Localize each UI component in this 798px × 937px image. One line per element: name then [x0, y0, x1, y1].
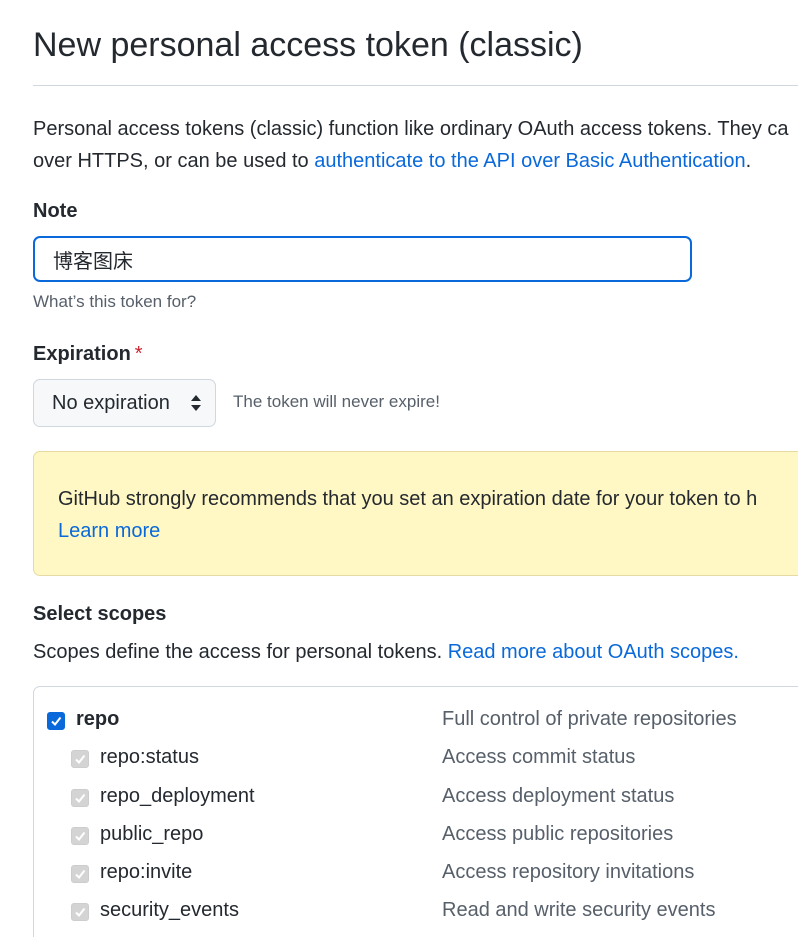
scope-row-security-events: security_events Read and write security … — [34, 899, 798, 929]
scope-name: repo_deployment — [100, 785, 255, 807]
scope-checkbox-repo-status[interactable] — [71, 750, 89, 768]
intro-paragraph: Personal access tokens (classic) functio… — [33, 113, 798, 177]
checkmark-icon — [75, 907, 86, 918]
expiration-label: Expiration * — [33, 343, 143, 366]
learn-more-link[interactable]: Learn more — [58, 520, 160, 542]
scope-name: repo:status — [100, 746, 199, 768]
checkmark-icon — [75, 793, 86, 804]
checkmark-icon — [51, 716, 62, 727]
scope-name: repo:invite — [100, 861, 193, 883]
scopes-description: Scopes define the access for personal to… — [33, 641, 739, 664]
scopes-list: repo Full control of private repositorie… — [33, 686, 798, 937]
warning-text: GitHub strongly recommends that you set … — [58, 488, 758, 510]
scope-name: security_events — [100, 899, 239, 921]
expiration-label-text: Expiration — [33, 343, 131, 365]
scope-checkbox-repo[interactable] — [47, 712, 65, 730]
scope-row-public-repo: public_repo Access public repositories — [34, 823, 798, 853]
scope-description: Access deployment status — [442, 785, 675, 807]
scope-description: Read and write security events — [442, 899, 716, 921]
checkmark-icon — [75, 869, 86, 880]
token-page: New personal access token (classic) Pers… — [0, 0, 798, 937]
expiration-warning: GitHub strongly recommends that you set … — [33, 451, 798, 576]
expiration-hint: The token will never expire! — [233, 392, 440, 411]
scope-row-repo-deployment: repo_deployment Access deployment status — [34, 785, 798, 815]
basic-auth-link[interactable]: authenticate to the API over Basic Authe… — [314, 150, 745, 172]
select-scopes-label: Select scopes — [33, 603, 167, 625]
title-divider — [33, 85, 798, 86]
scope-row-repo-invite: repo:invite Access repository invitation… — [34, 861, 798, 891]
intro-text-line2: over HTTPS, or can be used to — [33, 150, 315, 172]
note-hint: What’s this token for? — [33, 292, 197, 311]
warning-message: GitHub strongly recommends that you set … — [58, 483, 757, 547]
scope-checkbox-public-repo[interactable] — [71, 827, 89, 845]
scope-name: public_repo — [100, 823, 204, 845]
scope-description: Access commit status — [442, 746, 636, 768]
scopes-description-text: Scopes define the access for personal to… — [33, 641, 448, 663]
scope-description: Access public repositories — [442, 823, 674, 845]
expiration-select[interactable]: No expiration — [33, 379, 216, 427]
expiration-selected-value: No expiration — [52, 391, 170, 414]
scope-description: Access repository invitations — [442, 861, 695, 883]
scope-checkbox-repo-deployment[interactable] — [71, 789, 89, 807]
note-label: Note — [33, 200, 78, 222]
select-caret-icon — [191, 395, 201, 411]
required-mark: * — [134, 343, 143, 365]
page-title: New personal access token (classic) — [33, 26, 583, 64]
oauth-scopes-link[interactable]: Read more about OAuth scopes. — [448, 641, 739, 663]
scope-row-repo: repo Full control of private repositorie… — [34, 708, 798, 738]
scope-row-repo-status: repo:status Access commit status — [34, 746, 798, 776]
scope-description: Full control of private repositories — [442, 708, 737, 730]
intro-text-suffix: . — [745, 150, 752, 172]
checkmark-icon — [75, 754, 86, 765]
note-input[interactable] — [33, 236, 692, 282]
scope-checkbox-repo-invite[interactable] — [71, 865, 89, 883]
checkmark-icon — [75, 831, 86, 842]
scope-checkbox-security-events[interactable] — [71, 903, 89, 921]
intro-text-line1: Personal access tokens (classic) functio… — [33, 118, 789, 140]
scope-name: repo — [76, 708, 120, 730]
